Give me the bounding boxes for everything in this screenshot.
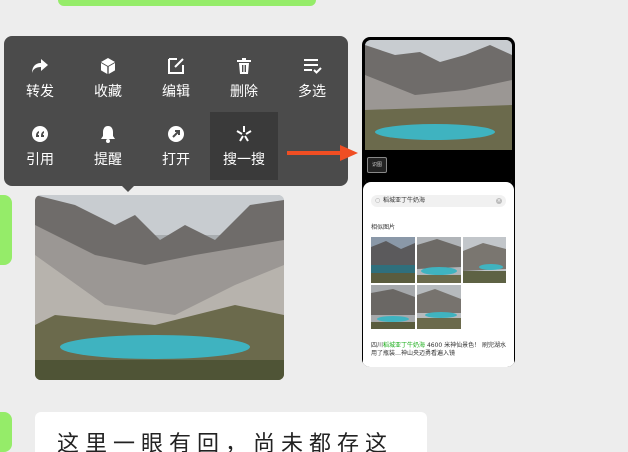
- similar-images-title: 相似图片: [371, 224, 396, 231]
- menu-label-remind: 提醒: [94, 152, 122, 168]
- preview-search-query: 稻城亚丁牛奶海: [383, 197, 426, 204]
- search-result-preview: 识图 ○ 稻城亚丁牛奶海 × 相似图片 四川稻城亚丁牛奶海 4600 米神仙景色…: [362, 37, 515, 367]
- result-highlight: 稻城亚丁牛奶海: [383, 342, 426, 349]
- text-message-bubble[interactable]: 这里一眼有回，尚未都存这: [35, 412, 427, 452]
- chat-image-lake[interactable]: [35, 195, 284, 380]
- similar-image[interactable]: [417, 237, 461, 283]
- preview-photo: [365, 40, 512, 185]
- received-bubble-edge: [0, 412, 12, 452]
- menu-multi-select[interactable]: 多选: [278, 44, 346, 112]
- menu-label-multi-select: 多选: [298, 84, 326, 100]
- search-sheet: ○ 稻城亚丁牛奶海 × 相似图片 四川稻城亚丁牛奶海 4600 米神仙景色！ 刷…: [363, 182, 514, 367]
- received-bubble-edge: [0, 195, 12, 265]
- menu-label-edit: 编辑: [162, 84, 190, 100]
- edit-icon: [168, 58, 184, 74]
- quote-icon: [32, 126, 48, 142]
- multi-select-icon: [304, 59, 322, 74]
- favorite-cube-icon: [101, 58, 115, 74]
- annotation-arrow-line: [287, 151, 343, 155]
- message-context-menu: 转发 收藏 编辑 删除 多选 引用 提醒 打开 搜一搜: [4, 36, 348, 186]
- menu-label-forward: 转发: [26, 84, 54, 100]
- similar-image[interactable]: [371, 237, 415, 283]
- menu-label-delete: 删除: [230, 84, 258, 100]
- menu-search[interactable]: 搜一搜: [210, 112, 278, 180]
- menu-remind[interactable]: 提醒: [74, 112, 142, 180]
- similar-image[interactable]: [417, 285, 461, 329]
- result-prefix: 四川: [371, 342, 384, 349]
- trash-icon: [237, 58, 251, 74]
- preview-search-bar[interactable]: ○ 稻城亚丁牛奶海 ×: [371, 195, 506, 207]
- open-arrow-icon: [168, 126, 184, 142]
- search-icon: ○: [375, 197, 381, 204]
- menu-label-quote: 引用: [26, 152, 54, 168]
- menu-favorite[interactable]: 收藏: [74, 44, 142, 112]
- similar-image[interactable]: [463, 237, 506, 283]
- menu-edit[interactable]: 编辑: [142, 44, 210, 112]
- search-result-snippet[interactable]: 四川稻城亚丁牛奶海 4600 米神仙景色！ 刷完湖水用了瓶装…神山央迈勇看遍入镜: [371, 342, 507, 358]
- scan-badge[interactable]: 识图: [367, 157, 387, 173]
- bell-icon: [101, 126, 115, 143]
- forward-icon: [32, 59, 48, 73]
- menu-open[interactable]: 打开: [142, 112, 210, 180]
- similar-image[interactable]: [371, 285, 415, 329]
- clear-icon[interactable]: ×: [496, 198, 502, 204]
- annotation-arrow-head: [340, 145, 358, 161]
- menu-label-open: 打开: [162, 152, 190, 168]
- search-sparkle-icon: [236, 126, 252, 142]
- sent-message-bubble[interactable]: [58, 0, 316, 6]
- menu-pointer: [120, 184, 136, 192]
- menu-delete[interactable]: 删除: [210, 44, 278, 112]
- menu-label-search: 搜一搜: [223, 152, 265, 168]
- menu-quote[interactable]: 引用: [6, 112, 74, 180]
- text-message-content: 这里一眼有回，尚未都存这: [57, 432, 394, 452]
- menu-forward[interactable]: 转发: [6, 44, 74, 112]
- menu-label-favorite: 收藏: [94, 84, 122, 100]
